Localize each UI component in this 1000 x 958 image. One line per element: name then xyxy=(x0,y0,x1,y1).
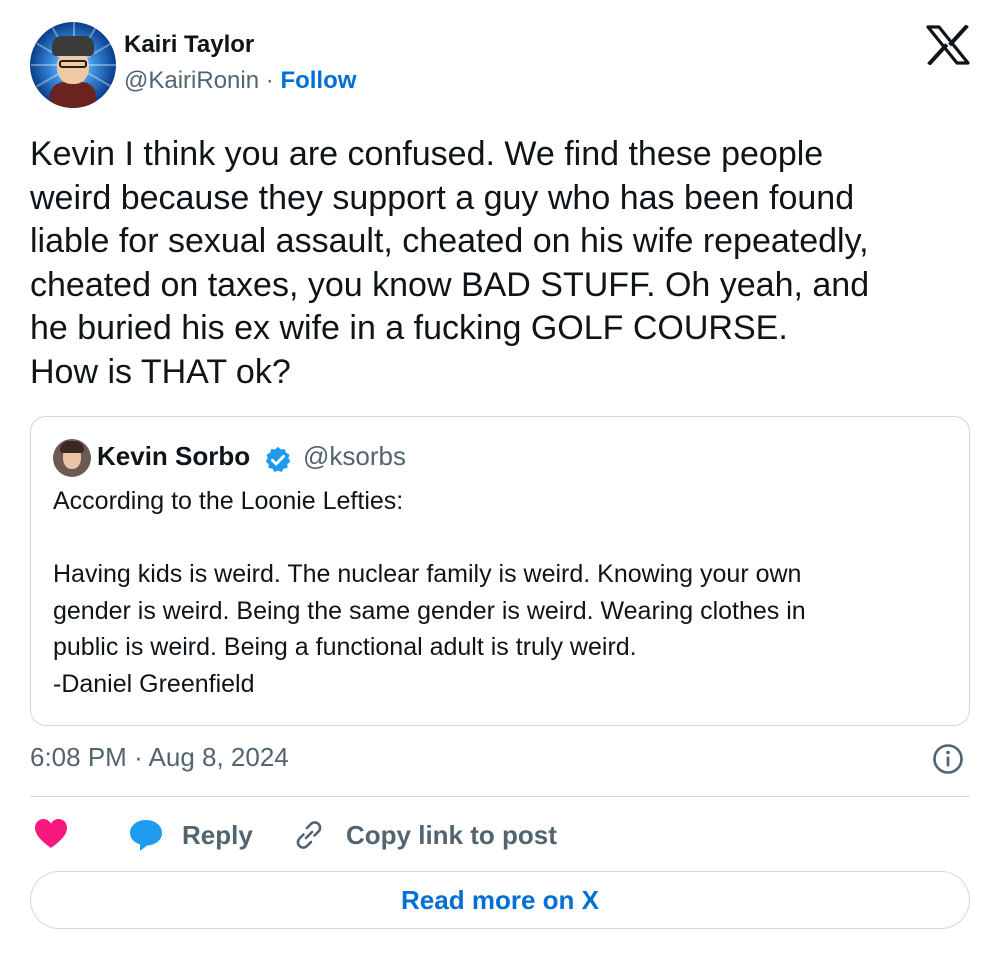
x-logo-icon[interactable] xyxy=(926,25,970,65)
divider xyxy=(30,796,970,797)
tweet-text: Kevin I think you are confused. We find … xyxy=(30,135,870,391)
quoted-tweet-text: According to the Loonie Lefties: Having … xyxy=(53,487,806,698)
tweet-date[interactable]: Aug 8, 2024 xyxy=(149,742,289,772)
author-name[interactable]: Kairi Taylor xyxy=(124,31,254,59)
read-more-button[interactable]: Read more on X xyxy=(30,871,970,929)
quoted-author-avatar[interactable] xyxy=(53,439,91,477)
follow-button[interactable]: Follow xyxy=(280,67,356,94)
author-avatar[interactable] xyxy=(30,22,116,108)
verified-badge-icon xyxy=(265,446,291,472)
heart-icon[interactable] xyxy=(34,818,68,850)
tweet-time[interactable]: 6:08 PM xyxy=(30,742,127,772)
handle-separator: · xyxy=(265,67,274,94)
reply-button[interactable]: Reply xyxy=(182,820,253,851)
copy-link-button[interactable]: Copy link to post xyxy=(346,820,557,851)
quoted-tweet[interactable]: Kevin Sorbo @ksorbs According to the Loo… xyxy=(30,416,970,726)
speech-bubble-icon[interactable] xyxy=(128,817,164,853)
quoted-author-handle: @ksorbs xyxy=(303,441,406,471)
author-handle-line: @KairiRonin · Follow xyxy=(124,67,356,95)
tweet-embed-card: Kairi Taylor @KairiRonin · Follow Kevin … xyxy=(0,0,1000,958)
tweet-timestamp[interactable]: 6:08 PM · Aug 8, 2024 xyxy=(30,742,289,773)
author-handle[interactable]: @KairiRonin xyxy=(124,67,259,94)
quoted-author-name: Kevin Sorbo xyxy=(97,441,251,471)
info-icon[interactable] xyxy=(932,743,964,775)
link-icon[interactable] xyxy=(292,818,326,852)
timestamp-separator: · xyxy=(134,742,143,772)
